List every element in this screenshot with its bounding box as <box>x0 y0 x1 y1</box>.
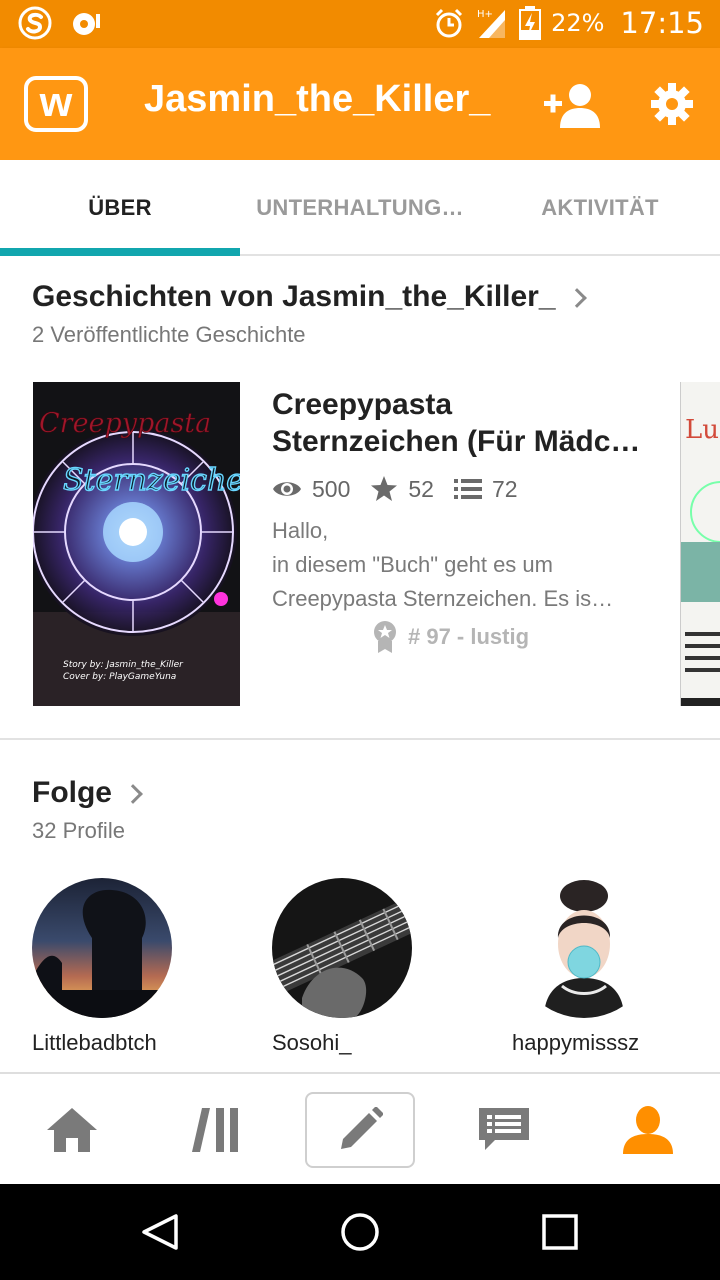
list-icon <box>453 479 482 499</box>
write-button[interactable] <box>305 1092 415 1168</box>
cover-title-bottom: Sternzeichen <box>63 463 240 498</box>
avatar[interactable] <box>32 878 172 1018</box>
back-button[interactable] <box>136 1208 184 1256</box>
cover-credit-cover: Cover by: PlayGameYuna <box>63 672 176 682</box>
system-navigation-bar <box>0 1184 720 1280</box>
battery-percent: 22% <box>551 9 605 37</box>
star-icon <box>371 476 398 501</box>
active-tab-indicator <box>0 248 240 256</box>
profile-tabs: ÜBER UNTERHALTUNG… AKTIVITÄT <box>0 160 720 256</box>
tab-about[interactable]: ÜBER <box>0 160 240 256</box>
home-icon <box>47 1108 97 1152</box>
votes-count: 52 <box>408 475 434 502</box>
reads-stat: 500 <box>272 476 350 503</box>
chevron-right-icon <box>123 784 143 804</box>
nav-profile[interactable] <box>576 1074 720 1186</box>
back-triangle-icon <box>142 1214 178 1250</box>
alarm-icon <box>436 8 463 38</box>
profile-icon <box>623 1106 673 1154</box>
story-desc-line2: in diesem "Buch" geht es um <box>272 552 553 577</box>
stories-heading: Geschichten von Jasmin_the_Killer_ <box>32 280 556 313</box>
tab-conversations[interactable]: UNTERHALTUNG… <box>240 160 480 256</box>
profile-name-3[interactable]: happymisssz <box>512 1030 639 1056</box>
nav-library[interactable] <box>144 1074 288 1186</box>
nav-home[interactable] <box>0 1074 144 1186</box>
story-title-line1: Creepypasta <box>272 388 453 421</box>
stories-count: 2 Veröffentlichte Geschichte <box>32 322 306 347</box>
status-bar: H+ 22% 17:15 <box>0 0 720 48</box>
story-title-link[interactable]: Creepypasta Sternzeichen (Für Mädc… <box>272 386 652 460</box>
nav-messages[interactable] <box>432 1074 576 1186</box>
parts-stat: 72 <box>453 475 518 503</box>
rank-text: # 97 - lustig <box>408 624 530 649</box>
add-follow-icon[interactable] <box>544 82 604 128</box>
logo-letter: w <box>39 78 73 125</box>
profile-name-1[interactable]: Littlebadbtch <box>32 1030 157 1056</box>
home-circle-icon <box>341 1213 379 1251</box>
following-heading: Folge <box>32 776 112 809</box>
app-screen: H+ 22% 17:15 w Jasmin_the_Killer_ ÜBER U… <box>0 0 720 1280</box>
story-rank-badge[interactable]: # 97 - lustig <box>372 620 529 654</box>
network-type-label: H+ <box>477 9 493 20</box>
s-app-icon <box>18 6 52 40</box>
eye-icon <box>273 482 301 496</box>
battery-charging-icon <box>519 6 542 40</box>
write-pencil-icon <box>341 1107 383 1149</box>
following-heading-link[interactable]: Folge <box>32 776 143 810</box>
avatar[interactable] <box>514 878 654 1018</box>
cover-credit-story: Story by: Jasmin_the_Killer <box>63 660 184 670</box>
avatar[interactable] <box>272 878 412 1018</box>
story-desc-line3: Creepypasta Sternzeichen. Es is… <box>272 586 614 611</box>
story-stats: 500 52 72 <box>272 472 538 506</box>
wattpad-logo-icon[interactable]: w <box>24 76 88 132</box>
cover-title-top: Creepypasta <box>39 408 211 439</box>
home-button[interactable] <box>336 1208 384 1256</box>
bottom-navigation <box>0 1072 720 1184</box>
votes-stat: 52 <box>370 476 434 503</box>
nav-write[interactable] <box>288 1074 432 1186</box>
headset-icon <box>73 13 100 35</box>
app-bar: w Jasmin_the_Killer_ <box>0 48 720 160</box>
stories-heading-link[interactable]: Geschichten von Jasmin_the_Killer_ <box>32 280 587 314</box>
clock-time: 17:15 <box>620 6 704 40</box>
story-cover-image[interactable]: Creepypasta Sternzeichen Story by: Jasmi… <box>33 382 240 706</box>
following-count: 32 Profile <box>32 818 125 843</box>
settings-gear-icon[interactable] <box>648 80 696 128</box>
reads-count: 500 <box>312 475 351 502</box>
signal-icon: H+ <box>477 9 506 38</box>
next-story-cover-image[interactable]: Lu Se <box>680 382 720 706</box>
story-description: Hallo, in diesem "Buch" geht es um Creep… <box>272 514 644 616</box>
parts-count: 72 <box>491 475 518 502</box>
section-divider <box>0 738 720 740</box>
profile-username-title: Jasmin_the_Killer_ <box>144 78 491 120</box>
next-cover-letters: Lu Se <box>685 415 720 445</box>
recents-button[interactable] <box>536 1208 584 1256</box>
recents-square-icon <box>542 1214 578 1250</box>
story-title-line2: Sternzeichen (Für Mädc… <box>272 425 641 458</box>
award-ribbon-icon <box>374 621 396 653</box>
story-desc-line1: Hallo, <box>272 518 329 543</box>
profile-name-2[interactable]: Sosohi_ <box>272 1030 352 1056</box>
messages-icon <box>479 1108 529 1150</box>
tab-activity[interactable]: AKTIVITÄT <box>480 160 720 256</box>
chevron-right-icon <box>566 288 587 308</box>
library-icon <box>192 1108 238 1152</box>
